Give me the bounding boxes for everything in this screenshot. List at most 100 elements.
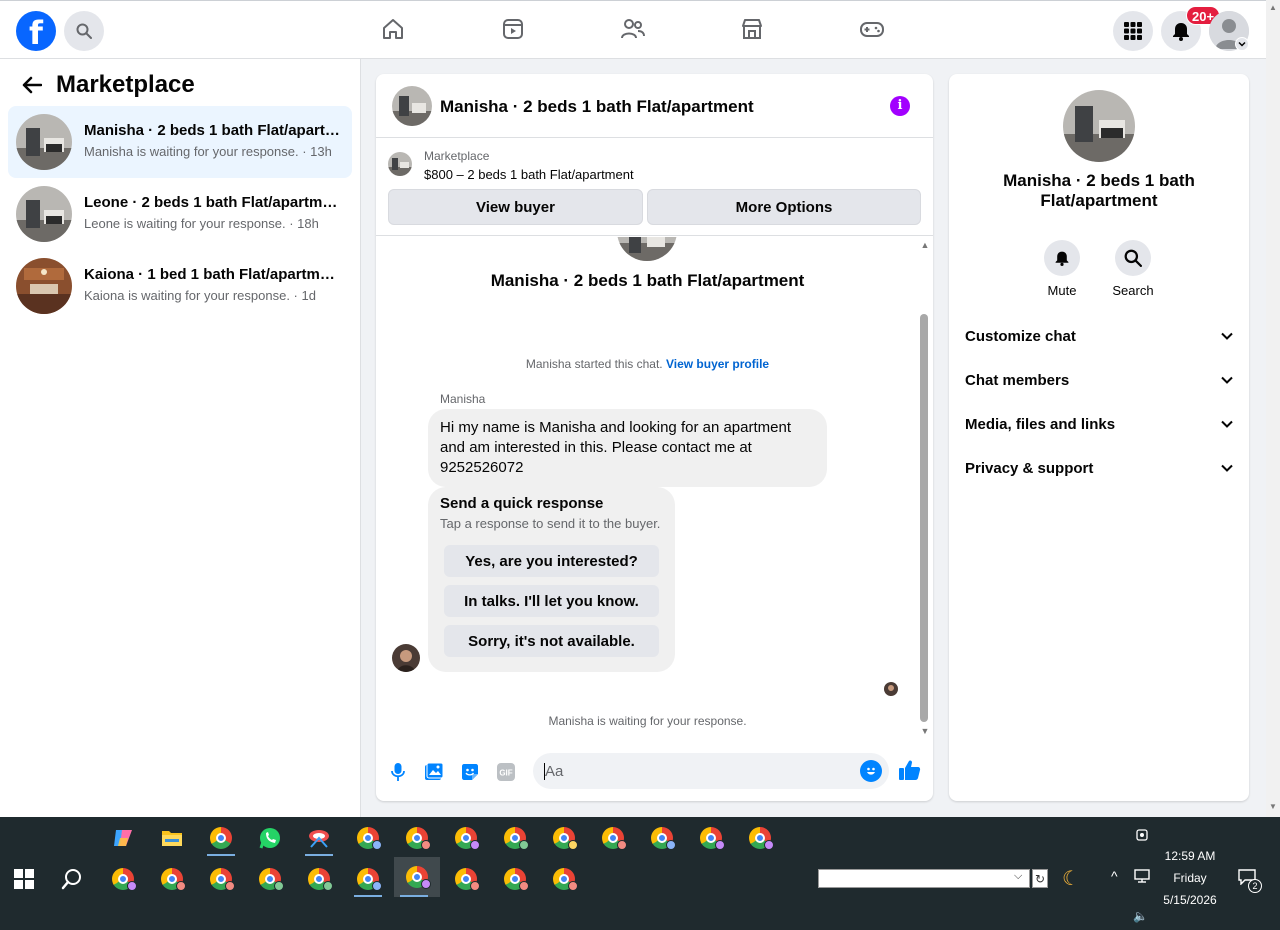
marketplace-listing-bar: Marketplace $800 – 2 beds 1 bath Flat/ap… [376,138,933,236]
meet-now-icon[interactable] [1136,827,1148,846]
taskbar-snipping-tool[interactable] [299,820,339,856]
quick-response-option[interactable]: Sorry, it's not available. [444,625,659,657]
privacy-support-section[interactable]: Privacy & support [965,456,1233,480]
taskbar-chrome-profile[interactable] [544,820,584,856]
taskbar-chrome-profile[interactable] [397,820,437,856]
gif-button[interactable]: GIF [494,760,518,784]
taskbar-chrome-profile[interactable] [201,861,241,897]
bell-icon [1055,251,1069,266]
network-icon[interactable] [1134,868,1150,887]
account-dropdown[interactable] [1235,37,1249,51]
marketplace-nav-button[interactable] [738,15,766,43]
quick-response-option[interactable]: Yes, are you interested? [444,545,659,577]
moon-icon[interactable]: ☾ [1062,866,1080,891]
photo-icon [425,762,444,780]
attach-photo-button[interactable] [422,760,446,784]
menu-button[interactable] [1113,11,1153,51]
back-button[interactable] [20,73,44,97]
message-bubble[interactable]: Hi my name is Manisha and looking for an… [428,409,827,487]
facebook-logo[interactable]: f [16,11,56,51]
clock-day[interactable]: Friday [1160,871,1220,885]
view-buyer-profile-link[interactable]: View buyer profile [666,357,769,371]
taskbar-chrome-profile[interactable] [152,861,192,897]
message-composer: GIF [376,746,933,796]
quick-response-subtitle: Tap a response to send it to the buyer. [440,516,661,531]
refresh-icon[interactable]: ↻ [1032,869,1048,888]
video-nav-button[interactable] [499,15,527,43]
taskbar-chrome-profile[interactable] [250,861,290,897]
taskbar-chrome-profile[interactable] [642,820,682,856]
taskbar-chrome-profile[interactable] [103,861,143,897]
taskbar-chrome[interactable] [201,820,241,856]
taskbar-search[interactable] [52,861,92,897]
taskbar-chrome-profile[interactable] [544,861,584,897]
info-icon[interactable]: i [890,96,910,116]
quick-response-option[interactable]: In talks. I'll let you know. [444,585,659,617]
conversation-item-kaiona[interactable]: Kaiona · 1 bed 1 bath Flat/apartment Kai… [8,250,352,322]
page-scroll-down-arrow[interactable]: ▼ [1269,803,1277,811]
chevron-up-icon[interactable]: ^ [1111,868,1118,884]
taskbar-chrome-profile[interactable] [348,861,388,897]
grid-menu-icon [1124,22,1142,40]
listing-photo [617,237,677,261]
snipping-tool-icon [309,830,329,848]
taskbar-copilot[interactable] [103,820,143,856]
gaming-controller-icon [860,22,884,37]
listing-price-title[interactable]: $800 – 2 beds 1 bath Flat/apartment [424,167,634,182]
whatsapp-icon [259,828,280,849]
windows-start-button[interactable] [14,869,34,889]
sticker-button[interactable] [458,760,482,784]
chat-members-section[interactable]: Chat members [965,368,1233,392]
taskbar-chrome-profile[interactable] [740,820,780,856]
chat-header-title[interactable]: Manisha · 2 beds 1 bath Flat/apartment [440,97,754,117]
taskbar-chrome-profile[interactable] [299,861,339,897]
search-button[interactable] [64,11,104,51]
sender-avatar[interactable] [392,644,420,672]
conversation-item-manisha[interactable]: Manisha · 2 beds 1 bath Flat/apartment M… [8,106,352,178]
mute-action[interactable]: Mute [1032,240,1092,298]
conversation-item-leone[interactable]: Leone · 2 beds 1 bath Flat/apartment Leo… [8,178,352,250]
chevron-down-icon[interactable]: ⌵ [1014,870,1022,883]
taskbar-chrome-profile[interactable] [446,861,486,897]
taskbar-file-explorer[interactable] [152,820,192,856]
taskbar-chrome-profile[interactable] [348,820,388,856]
page-scroll-up-arrow[interactable]: ▲ [1269,4,1277,12]
taskbar-chrome-profile[interactable] [691,820,731,856]
friends-nav-button[interactable] [619,15,647,43]
taskbar-chrome-profile-active[interactable] [394,857,440,897]
voice-clip-button[interactable] [386,760,410,784]
gaming-nav-button[interactable] [858,15,886,43]
taskbar-whatsapp[interactable] [250,820,290,856]
message-input[interactable] [533,753,889,789]
taskbar-chrome-profile[interactable] [593,820,633,856]
taskbar-chrome-profile[interactable] [446,820,486,856]
chrome-icon [210,827,232,849]
search-in-chat-action[interactable]: Search [1103,240,1163,298]
taskbar-chrome-profile[interactable] [495,820,535,856]
home-nav-button[interactable] [379,15,407,43]
page-scrollbar[interactable] [1266,0,1280,817]
scroll-up-arrow[interactable]: ▲ [919,240,931,250]
more-options-button[interactable]: More Options [647,189,921,225]
send-like-button[interactable] [898,758,922,782]
view-buyer-button[interactable]: View buyer [388,189,643,225]
chat-scrollbar-thumb[interactable] [920,314,928,722]
video-icon [503,19,523,39]
listing-thumbnail [16,114,72,170]
bell-icon [1173,23,1189,41]
taskbar-address-box[interactable] [818,869,1030,888]
read-receipt-avatar [884,682,898,696]
chat-header: Manisha · 2 beds 1 bath Flat/apartment i [376,74,933,138]
friends-icon [621,19,645,39]
clock-time[interactable]: 12:59 AM [1160,849,1220,863]
volume-icon[interactable]: 🔈 [1133,909,1148,923]
emoji-button[interactable] [860,760,882,782]
chat-header-avatar[interactable] [392,86,432,126]
clock-date[interactable]: 5/15/2026 [1156,893,1224,907]
marketplace-inbox-sidebar: Marketplace Manisha · 2 beds 1 bath Flat… [0,59,361,817]
media-files-links-section[interactable]: Media, files and links [965,412,1233,436]
scroll-down-arrow[interactable]: ▼ [919,726,931,736]
customize-chat-section[interactable]: Customize chat [965,324,1233,348]
windows-taskbar [0,817,1280,930]
taskbar-chrome-profile[interactable] [495,861,535,897]
